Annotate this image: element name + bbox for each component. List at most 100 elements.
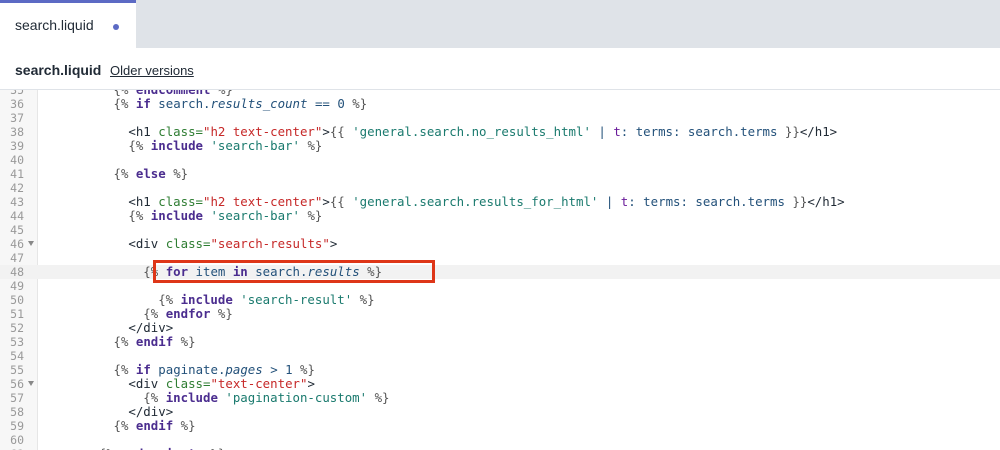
code-token: %} [292, 362, 315, 377]
code-token: > [322, 124, 330, 139]
code-token: results [307, 264, 360, 279]
code-token: item [188, 264, 233, 279]
code-line[interactable]: 36 {% if search.results_count == 0 %} [0, 96, 1000, 112]
line-number: 46 [10, 237, 24, 251]
line-number: 53 [10, 335, 24, 349]
code-token: %} [352, 292, 375, 307]
code-text: <h1 class="h2 text-center">{{ 'general.s… [128, 125, 837, 139]
code-token: <div [128, 236, 166, 251]
code-token: > [322, 194, 330, 209]
code-line[interactable]: 56 <div class="text-center"> [0, 377, 1000, 392]
fold-arrow-icon[interactable] [28, 381, 34, 386]
code-line[interactable]: 46 <div class="search-results"> [0, 236, 1000, 252]
fold-arrow-icon[interactable] [28, 241, 34, 246]
code-token: {% [158, 292, 181, 307]
code-line[interactable]: 52 </div> [0, 321, 1000, 336]
code-line[interactable]: 49 [0, 279, 1000, 293]
code-line[interactable]: 42 [0, 181, 1000, 195]
code-token: {% [113, 362, 136, 377]
code-token: if [135, 96, 151, 111]
code-line[interactable]: 57 {% include 'pagination-custom' %} [0, 391, 1000, 406]
code-token: pages [225, 362, 263, 377]
line-number: 45 [10, 223, 24, 237]
line-number: 48 [10, 265, 24, 279]
code-token: for [165, 264, 189, 279]
code-line[interactable]: 43 <h1 class="h2 text-center">{{ 'general… [0, 195, 1000, 210]
code-line[interactable]: 47 [0, 251, 1000, 265]
code-line[interactable]: 51 {% endfor %} [0, 306, 1000, 322]
code-token: : terms: search.terms [628, 194, 785, 209]
line-number: 47 [10, 251, 24, 265]
code-token: class= [165, 236, 211, 251]
code-token: search. [247, 264, 308, 279]
line-number: 40 [10, 153, 24, 167]
code-token: search. [150, 96, 211, 111]
line-number: 49 [10, 279, 24, 293]
code-line[interactable]: 41 {% else %} [0, 166, 1000, 182]
code-token: <h1 [128, 124, 159, 139]
code-token: 'search-result' [232, 292, 353, 307]
code-token: {% [99, 446, 121, 450]
code-line[interactable]: 39 {% include 'search-bar' %} [0, 138, 1000, 154]
code-token: %} [299, 208, 323, 223]
line-number: 52 [10, 321, 24, 335]
code-line[interactable]: 60 [0, 433, 1000, 447]
code-token: {% [143, 306, 166, 321]
code-token: {% [113, 334, 136, 349]
code-token: {% [143, 390, 166, 405]
code-editor[interactable]: 35{% endcomment %}36{% if search.results… [0, 90, 1000, 450]
code-line[interactable]: 53 {% endif %} [0, 335, 1000, 350]
code-line[interactable]: 48 {% for item in search.results %} [0, 265, 1000, 279]
line-number: 59 [10, 419, 24, 433]
code-token: "text-center" [210, 376, 308, 391]
code-token: {% [128, 138, 151, 153]
line-number: 35 [10, 90, 24, 97]
code-token: "search-results" [210, 236, 330, 251]
code-token: t [613, 124, 621, 139]
code-text: {% for item in search.results %} [143, 265, 382, 279]
line-number: 39 [10, 139, 24, 153]
code-token: "h2 text-center" [203, 194, 323, 209]
code-line[interactable]: 50 {% include 'search-result' %} [0, 292, 1000, 308]
code-line[interactable]: 40 [0, 153, 1000, 167]
code-token: | [590, 124, 614, 139]
code-token: {% [128, 208, 151, 223]
code-line[interactable]: 59 {% endif %} [0, 419, 1000, 434]
code-token: %} [367, 390, 390, 405]
code-line[interactable]: 44 {% include 'search-bar' %} [0, 209, 1000, 224]
code-text: {% endif %} [114, 335, 196, 349]
code-line[interactable]: 38 <h1 class="h2 text-center">{{ 'general… [0, 125, 1000, 140]
code-token: <div [128, 376, 166, 391]
code-text: {% endif %} [114, 419, 196, 433]
code-line[interactable]: 54 [0, 349, 1000, 363]
file-title: search.liquid [15, 62, 102, 78]
code-line[interactable]: 55 {% if paginate.pages > 1 %} [0, 362, 1000, 378]
code-token: > [262, 362, 286, 377]
code-token: > [329, 236, 338, 251]
code-token: }} [784, 194, 808, 209]
code-token: %} [203, 446, 226, 450]
code-token: {% [113, 166, 136, 181]
older-versions-link[interactable]: Older versions [110, 63, 194, 78]
code-token: | [598, 194, 621, 209]
code-token: class= [158, 194, 203, 209]
code-text: </div> [128, 321, 173, 335]
code-text: <div class="text-center"> [128, 377, 315, 391]
code-text: {% include 'search-bar' %} [128, 209, 322, 223]
line-number: 60 [10, 433, 24, 447]
code-token: results_count [210, 96, 308, 111]
tab-search-liquid[interactable]: search.liquid [0, 0, 136, 48]
code-token: endpaginate [121, 446, 203, 450]
code-token: {{ [329, 124, 353, 139]
code-token: include [165, 390, 218, 405]
code-text: <h1 class="h2 text-center">{{ 'general.s… [128, 195, 844, 209]
code-line[interactable]: 58 </div> [0, 405, 1000, 420]
code-text: {% include 'pagination-custom' %} [143, 391, 389, 405]
code-token: else [135, 166, 166, 181]
code-line[interactable]: 45 [0, 223, 1000, 237]
code-token: paginate. [150, 362, 226, 377]
code-line[interactable]: 37 [0, 111, 1000, 125]
line-number: 38 [10, 125, 24, 139]
line-number: 55 [10, 363, 24, 377]
code-token: class= [158, 124, 203, 139]
